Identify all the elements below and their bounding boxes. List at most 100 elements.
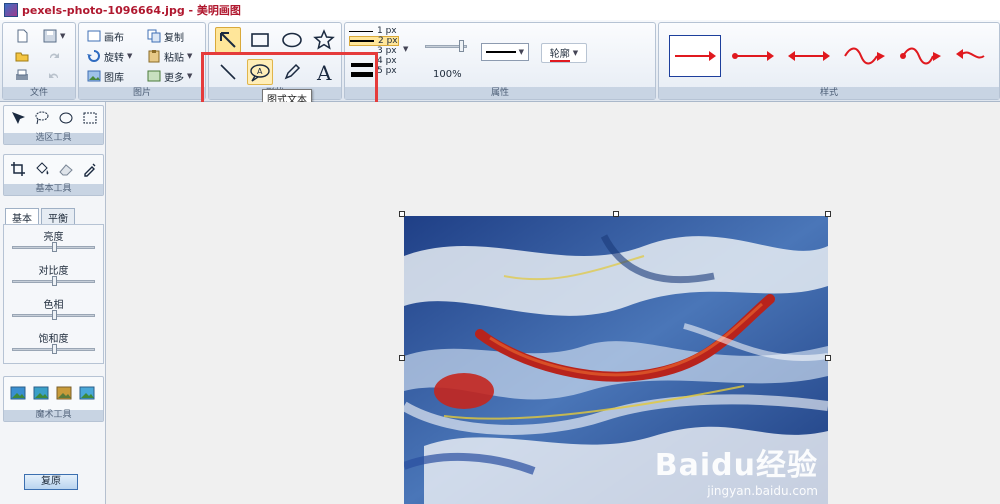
line-width-1px[interactable]: 1 px: [349, 26, 399, 36]
canvas-label: 画布: [104, 32, 124, 44]
canvas-button[interactable]: 画布: [85, 27, 126, 45]
picture-group-label: 图片: [79, 87, 205, 99]
line-width-2px[interactable]: 2 px: [349, 36, 399, 46]
red-curve-arrow-icon: [956, 49, 985, 59]
select-tools-group: 选区工具: [3, 105, 104, 145]
copy-icon: [147, 29, 161, 43]
line-width-label: 4 px: [377, 56, 397, 66]
redo-icon: [49, 53, 59, 58]
style-preset-double-arrow[interactable]: [783, 35, 835, 77]
open-folder-icon: [15, 52, 29, 62]
rectangle-icon: [251, 33, 269, 47]
outline-dropdown-icon: ▼: [572, 49, 579, 57]
move-select-icon[interactable]: [10, 110, 26, 126]
hue-slider-block: 色相: [4, 293, 103, 327]
line-width-label: 5 px: [377, 66, 397, 76]
more-button[interactable]: 更多 ▼: [145, 67, 194, 85]
star-tool[interactable]: [311, 27, 337, 53]
canvas-image[interactable]: Baidu经验 jingyan.baidu.com: [404, 216, 828, 504]
ellipse-tool[interactable]: [279, 27, 305, 53]
select-tools-row: [4, 106, 103, 130]
contrast-slider-thumb[interactable]: [52, 276, 57, 286]
brightness-slider-thumb[interactable]: [52, 242, 57, 252]
magic-tools-row: [4, 377, 103, 405]
brightness-slider-block: 亮度: [4, 225, 103, 259]
left-tool-panel: 选区工具 基本工具 基本 平衡 亮度 对比度 色相 饱和度 魔术工具 复原: [0, 102, 106, 504]
magic-effect-1-icon[interactable]: [10, 385, 26, 401]
zoom-slider-thumb[interactable]: [459, 40, 464, 52]
redo-button[interactable]: [45, 47, 63, 65]
copy-button[interactable]: 复制: [145, 27, 186, 45]
resize-handle-top-left[interactable]: [399, 211, 405, 217]
save-button[interactable]: ▼: [41, 27, 67, 45]
rotate-button[interactable]: 旋转 ▼: [85, 47, 134, 65]
resize-handle-left[interactable]: [399, 355, 405, 361]
paint-bucket-icon[interactable]: [34, 161, 50, 177]
style-preset-dot-wave-arrow[interactable]: [895, 35, 947, 77]
paste-dropdown-icon[interactable]: ▼: [187, 52, 192, 60]
rotate-label: 旋转: [104, 52, 124, 64]
properties-group-label: 属性: [345, 87, 655, 99]
line-style-dropdown-icon: ▼: [518, 48, 524, 56]
crop-icon[interactable]: [10, 161, 26, 177]
restore-button[interactable]: 复原: [24, 474, 78, 490]
style-preset-arrow[interactable]: [669, 35, 721, 77]
paste-label: 粘贴: [164, 52, 184, 64]
undo-icon: [49, 73, 59, 78]
magic-effect-4-icon[interactable]: [79, 385, 95, 401]
saturation-slider-thumb[interactable]: [52, 344, 57, 354]
contrast-label: 对比度: [38, 266, 69, 277]
rotate-dropdown-icon[interactable]: ▼: [127, 52, 132, 60]
ellipse-select-icon[interactable]: [58, 110, 74, 126]
eraser-icon[interactable]: [58, 161, 74, 177]
canvas-area[interactable]: Baidu经验 jingyan.baidu.com: [106, 102, 1000, 504]
app-icon: [4, 3, 18, 17]
red-dot-arrow-icon: [732, 51, 774, 61]
lasso-select-icon[interactable]: [34, 110, 50, 126]
magic-effect-3-icon[interactable]: [56, 385, 72, 401]
new-file-button[interactable]: [13, 27, 31, 45]
style-preset-dot-arrow[interactable]: [727, 35, 779, 77]
undo-button[interactable]: [45, 67, 63, 85]
line-width-label: 3 px: [377, 46, 397, 56]
red-double-arrow-icon: [788, 51, 830, 61]
new-file-icon: [17, 29, 28, 43]
red-arrow-icon: [675, 51, 716, 61]
style-preset-wave-arrow[interactable]: [839, 35, 891, 77]
window-title: pexels-photo-1096664.jpg - 美明画图: [22, 4, 241, 17]
more-dropdown-icon[interactable]: ▼: [187, 72, 192, 80]
magic-tools-group: 魔术工具: [3, 376, 104, 422]
library-button[interactable]: 图库: [85, 67, 126, 85]
brightness-label: 亮度: [43, 232, 64, 243]
select-arrow-tool[interactable]: [215, 27, 241, 53]
select-tools-label: 选区工具: [4, 133, 103, 144]
adjustments-panel: 亮度 对比度 色相 饱和度: [3, 224, 104, 364]
outline-select[interactable]: 轮廓 ▼: [541, 43, 587, 63]
magic-effect-2-icon[interactable]: [33, 385, 49, 401]
basic-tools-label: 基本工具: [4, 184, 103, 195]
hue-slider-thumb[interactable]: [52, 310, 57, 320]
line-style-select[interactable]: ▼: [481, 43, 529, 61]
red-dot-wave-arrow-icon: [900, 47, 941, 65]
hue-label: 色相: [43, 300, 64, 311]
watermark: Baidu经验 jingyan.baidu.com: [655, 440, 818, 498]
style-group: 样式: [658, 22, 1000, 100]
library-icon: [87, 70, 101, 82]
basic-tools-group: 基本工具: [3, 154, 104, 196]
eyedropper-icon[interactable]: [82, 161, 98, 177]
saturation-slider-block: 饱和度: [4, 327, 103, 361]
line-width-dropdown-icon[interactable]: ▼: [403, 45, 408, 53]
style-preset-curve-arrow[interactable]: [951, 35, 997, 77]
file-group: ▼ 文件: [2, 22, 76, 100]
print-button[interactable]: [13, 67, 31, 85]
properties-group: 1 px 2 px 3 px 4 px 5 px ▼ 100% ▼ 轮廓 ▼ 属…: [344, 22, 656, 100]
open-file-button[interactable]: [13, 47, 31, 65]
resize-handle-top-right[interactable]: [825, 211, 831, 217]
paste-button[interactable]: 粘贴 ▼: [145, 47, 194, 65]
file-group-label: 文件: [3, 87, 75, 99]
resize-handle-right[interactable]: [825, 355, 831, 361]
rectangle-tool[interactable]: [247, 27, 273, 53]
save-dropdown-icon[interactable]: ▼: [60, 32, 65, 40]
rect-select-icon[interactable]: [82, 110, 98, 126]
resize-handle-top[interactable]: [613, 211, 619, 217]
